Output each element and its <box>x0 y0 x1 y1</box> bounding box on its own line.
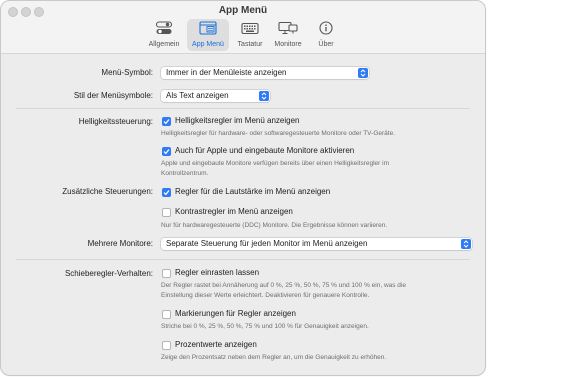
show-percent-description: Zeige den Prozentsatz neben dem Regler a… <box>161 354 387 361</box>
keyboard-icon <box>241 21 259 40</box>
menu-symbol-select[interactable]: Immer in der Menüleiste anzeigen <box>161 67 369 79</box>
brightness-slider-description: Helligkeitsregler für hardware- oder sof… <box>161 130 395 137</box>
snap-slider-description-line1: Der Regler rastet bei Annäherung auf 0 %… <box>161 282 406 289</box>
snap-slider-description-line2: Einstellung dieser Werte erleichtert. De… <box>161 292 370 299</box>
show-percent-option[interactable]: Prozentwerte anzeigen <box>175 340 257 349</box>
tab-ueber[interactable]: Über <box>309 19 343 51</box>
menu-symbol-label: Menü-Symbol: <box>101 68 153 77</box>
contrast-slider-description: Nur für hardwaregesteuerte (DDC) Monitor… <box>161 222 388 229</box>
tick-marks-description: Striche bei 0 %, 25 %, 50 %, 75 % und 10… <box>161 323 369 330</box>
apple-monitors-option[interactable]: Auch für Apple und eingebaute Monitore a… <box>175 146 354 155</box>
brightness-slider-option[interactable]: Helligkeitsregler im Menü anzeigen <box>175 116 300 125</box>
show-percent-checkbox[interactable] <box>162 341 171 350</box>
info-icon <box>318 21 334 40</box>
brightness-label: Helligkeitssteuerung: <box>78 117 153 126</box>
toolbar: App Menü Allgemein App Menü Tastatur Mon… <box>1 1 485 54</box>
icon-style-label: Stil der Menüsymbole: <box>73 91 153 100</box>
multiple-monitors-select[interactable]: Separate Steuerung für jeden Monitor im … <box>161 238 472 250</box>
menu-window-icon <box>199 21 217 40</box>
settings-content: Menü-Symbol: Immer in der Menüleiste anz… <box>1 54 485 375</box>
divider <box>16 259 470 260</box>
tab-label: App Menü <box>192 41 224 48</box>
slider-behavior-label: Schieberegler-Verhalten: <box>64 269 153 278</box>
snap-slider-option[interactable]: Regler einrasten lassen <box>175 268 259 277</box>
tab-monitore[interactable]: Monitore <box>271 19 305 51</box>
divider <box>16 108 470 109</box>
volume-slider-option[interactable]: Regler für die Lautstärke im Menü anzeig… <box>175 187 330 196</box>
toggle-icon <box>155 21 173 40</box>
tab-app-menue[interactable]: App Menü <box>187 19 229 51</box>
displays-icon <box>278 21 298 40</box>
tab-label: Monitore <box>274 41 302 48</box>
tick-marks-option[interactable]: Markierungen für Regler anzeigen <box>175 309 296 318</box>
chevron-updown-icon <box>461 239 471 249</box>
menu-symbol-value: Immer in der Menüleiste anzeigen <box>166 68 287 77</box>
additional-controls-label: Zusätzliche Steuerungen: <box>62 187 153 196</box>
volume-slider-checkbox[interactable] <box>162 188 171 197</box>
apple-monitors-checkbox[interactable] <box>162 147 171 156</box>
contrast-slider-checkbox[interactable] <box>162 208 171 217</box>
apple-monitors-description-line2: Kontrollzentrum. <box>161 170 209 177</box>
brightness-slider-checkbox[interactable] <box>162 117 171 126</box>
icon-style-select[interactable]: Als Text anzeigen <box>161 90 270 102</box>
app-window: App Menü Allgemein App Menü Tastatur Mon… <box>0 0 486 376</box>
tab-allgemein[interactable]: Allgemein <box>143 19 185 51</box>
tab-label: Allgemein <box>148 41 180 48</box>
multiple-monitors-value: Separate Steuerung für jeden Monitor im … <box>166 239 368 248</box>
apple-monitors-description-line1: Apple und eingebaute Monitore verfügen b… <box>161 160 389 167</box>
multiple-monitors-label: Mehrere Monitore: <box>87 239 153 248</box>
tab-tastatur[interactable]: Tastatur <box>231 19 269 51</box>
window-title: App Menü <box>218 5 268 16</box>
tab-label: Über <box>318 41 334 48</box>
tick-marks-checkbox[interactable] <box>162 310 171 319</box>
chevron-updown-icon <box>259 91 269 101</box>
snap-slider-checkbox[interactable] <box>162 269 171 278</box>
contrast-slider-option[interactable]: Kontrastregler im Menü anzeigen <box>175 207 293 216</box>
chevron-updown-icon <box>358 68 368 78</box>
tab-label: Tastatur <box>237 41 263 48</box>
icon-style-value: Als Text anzeigen <box>166 91 229 100</box>
